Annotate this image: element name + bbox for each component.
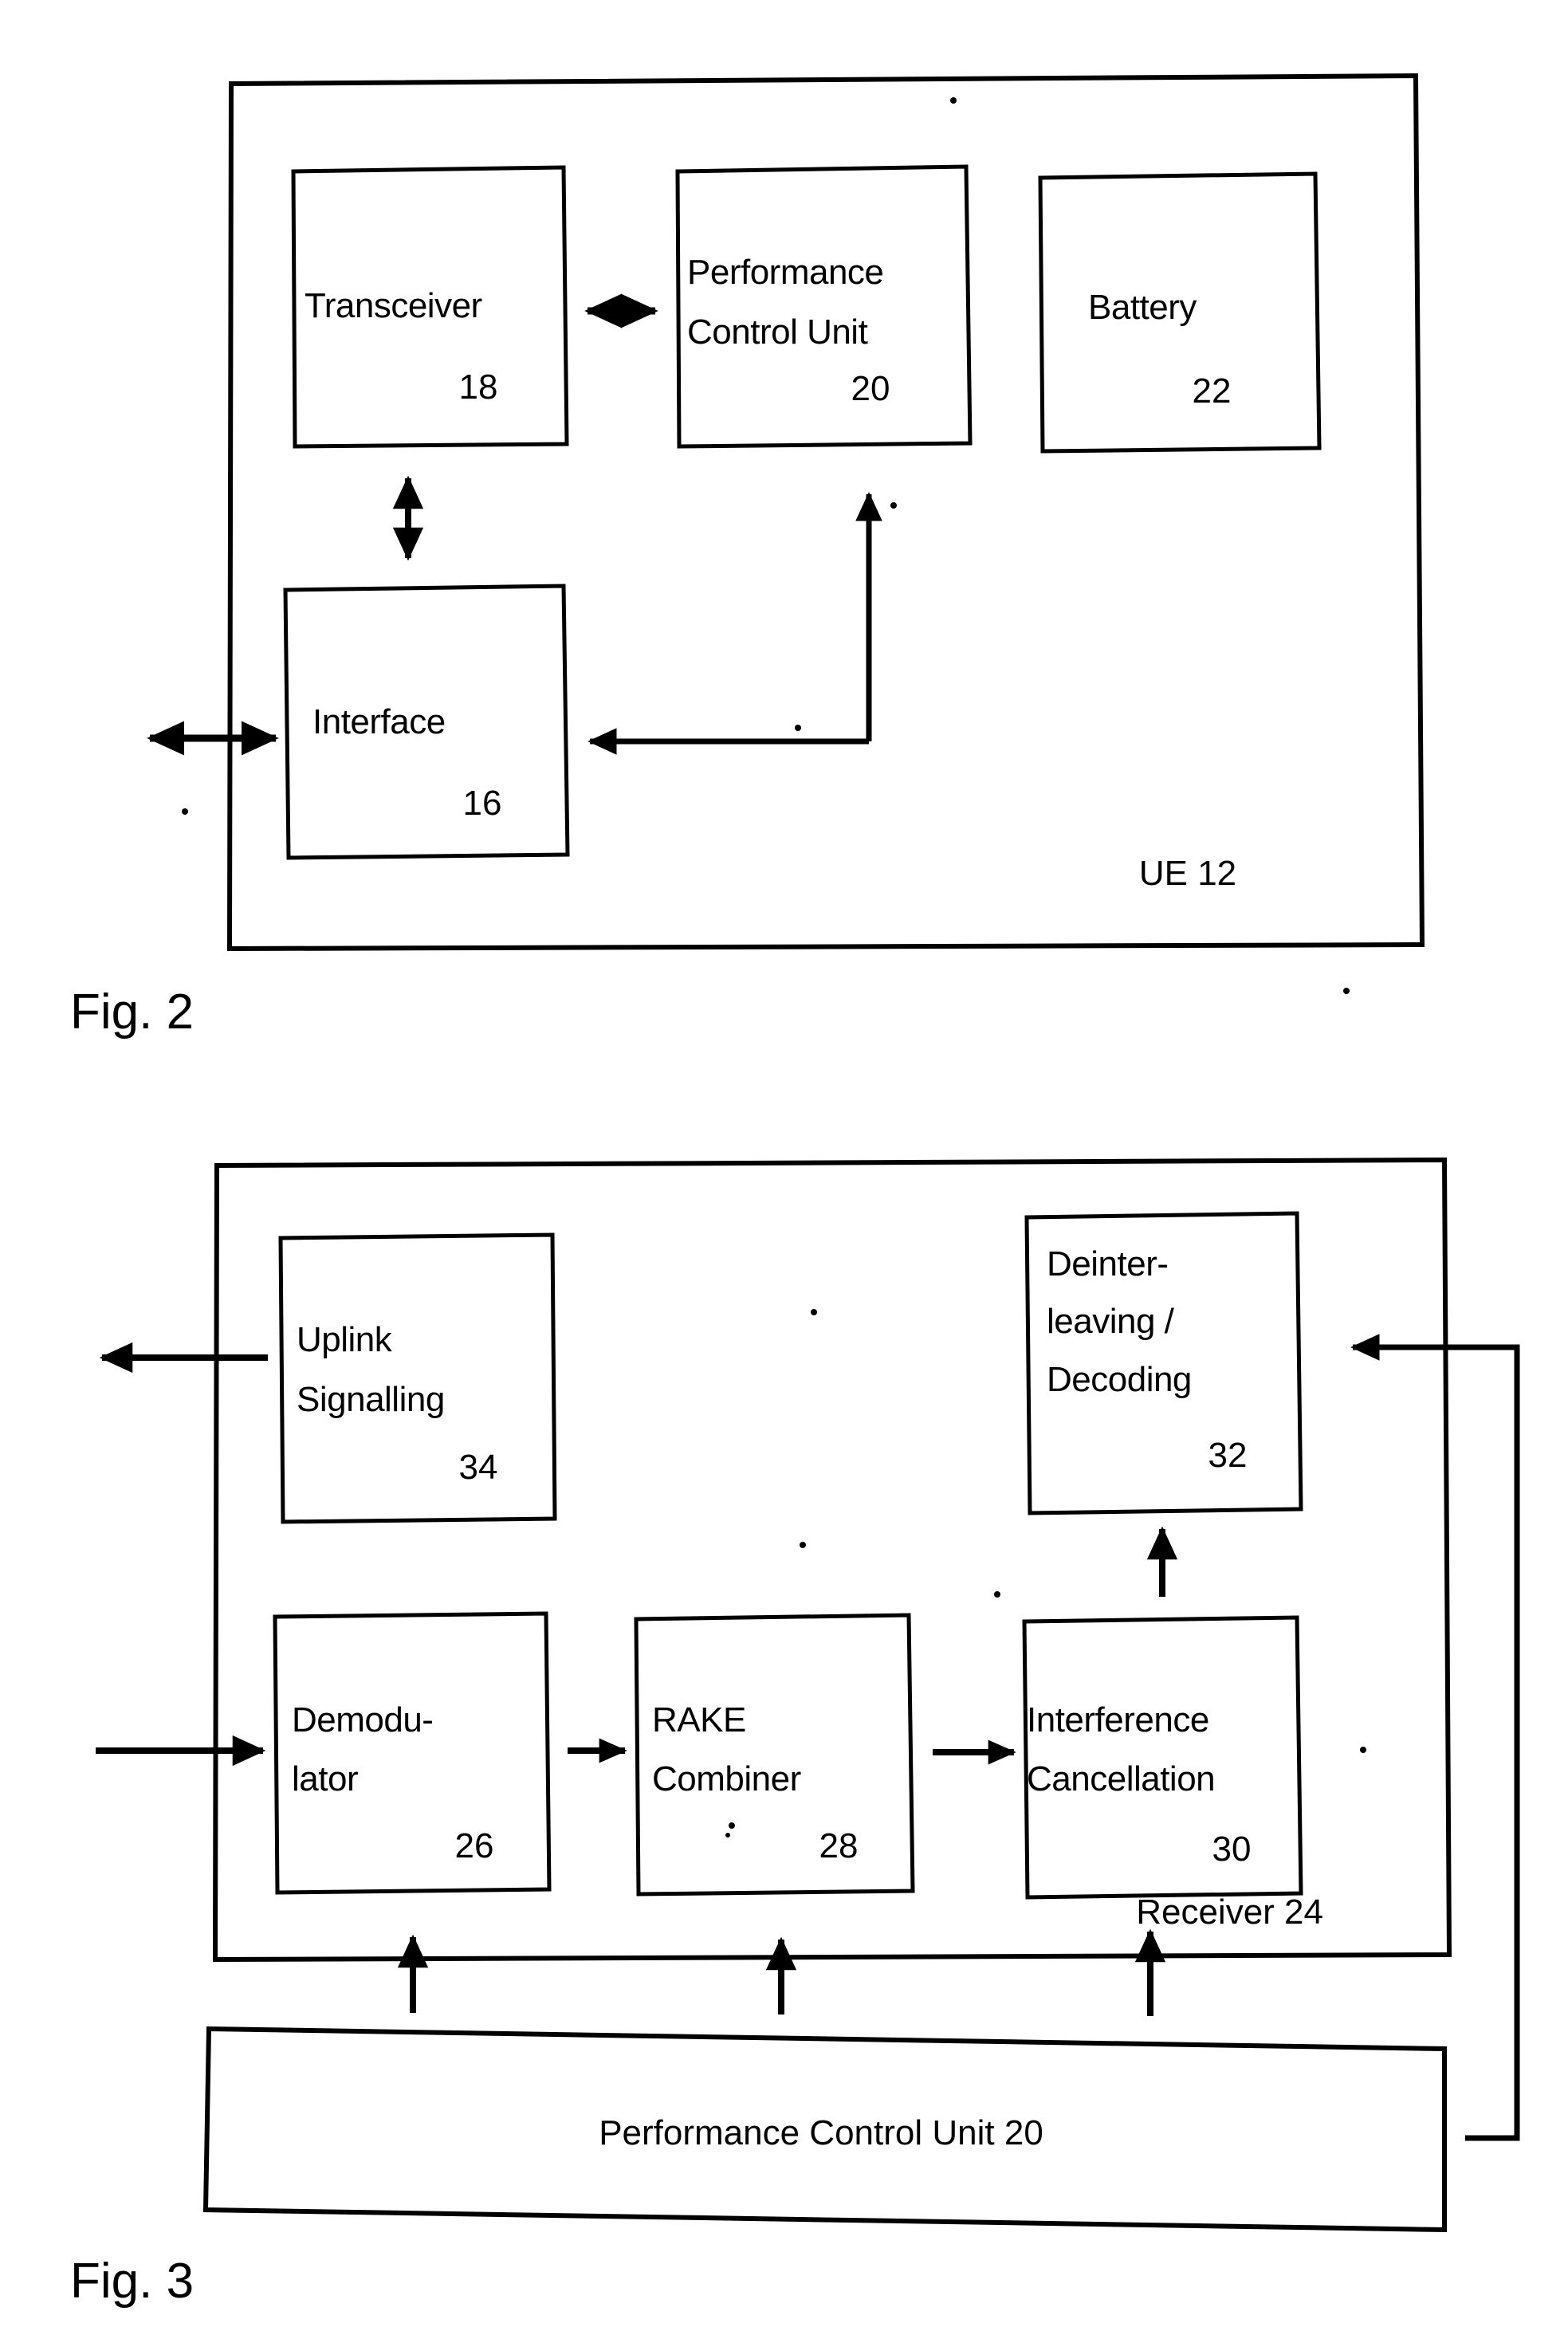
- figure-2: Transceiver 18 Performance Control Unit …: [70, 73, 1425, 1040]
- block-rake-combiner-outline: [634, 1613, 915, 1897]
- block-demodulator[interactable]: Demodu- lator 26: [273, 1611, 552, 1895]
- scan-speck: [890, 502, 897, 509]
- block-battery-number: 22: [1193, 371, 1232, 411]
- block-deinterleaving-decoding[interactable]: Deinter- leaving / Decoding 32: [1024, 1211, 1303, 1515]
- block-interference-cancellation-number: 30: [1212, 1830, 1252, 1869]
- scan-speck: [800, 1542, 806, 1548]
- scan-speck: [1360, 1747, 1366, 1753]
- scan-speck: [950, 97, 957, 104]
- patent-drawing-sheet: Transceiver 18 Performance Control Unit …: [0, 0, 1568, 2327]
- block-battery[interactable]: Battery 22: [1038, 171, 1322, 454]
- block-interface-label: Interface: [312, 702, 446, 741]
- figure-3-caption: Fig. 3: [70, 2254, 194, 2309]
- block-uplink-signalling-label-line2: Signalling: [297, 1380, 445, 1419]
- block-performance-control-unit-bar-label: Performance Control Unit 20: [599, 2113, 1043, 2152]
- block-performance-control-unit[interactable]: Performance Control Unit 20: [675, 164, 973, 449]
- block-demodulator-number: 26: [455, 1826, 494, 1865]
- block-uplink-signalling-number: 34: [459, 1448, 498, 1487]
- block-interference-cancellation-label-line2: Cancellation: [1027, 1759, 1215, 1798]
- block-performance-control-unit-number: 20: [851, 369, 890, 408]
- block-performance-control-unit-label-line1: Performance: [687, 253, 883, 292]
- block-interference-cancellation[interactable]: Interference Cancellation 30: [1022, 1615, 1303, 1900]
- block-transceiver-label: Transceiver: [305, 286, 482, 325]
- scan-speck: [811, 1309, 817, 1315]
- block-deinterleaving-decoding-label-line1: Deinter-: [1047, 1244, 1169, 1283]
- block-interference-cancellation-outline: [1022, 1615, 1303, 1900]
- block-interface[interactable]: Interface 16: [283, 584, 570, 860]
- block-performance-control-unit-bar[interactable]: Performance Control Unit 20: [202, 2026, 1447, 2233]
- block-rake-combiner-label-line1: RAKE: [652, 1700, 746, 1739]
- ue-container-label: UE 12: [1139, 854, 1236, 893]
- block-rake-combiner[interactable]: RAKE Combiner 28: [634, 1613, 915, 1897]
- block-deinterleaving-decoding-label-line2: leaving /: [1047, 1302, 1175, 1341]
- figure-3: Uplink Signalling 34 Deinter- leaving / …: [70, 1157, 1520, 2309]
- block-rake-combiner-number: 28: [819, 1826, 859, 1865]
- block-performance-control-unit-label-line2: Control Unit: [687, 312, 868, 352]
- block-demodulator-label-line1: Demodu-: [292, 1700, 433, 1739]
- block-performance-control-unit-outline: [675, 164, 973, 449]
- block-uplink-signalling-outline: [278, 1232, 557, 1524]
- block-transceiver[interactable]: Transceiver 18: [291, 165, 569, 449]
- scan-speck: [725, 1833, 730, 1838]
- scan-speck: [182, 808, 188, 815]
- block-deinterleaving-decoding-label-line3: Decoding: [1047, 1360, 1192, 1399]
- connector-pcu-to-deinterleaving-bus: [1350, 1334, 1520, 2141]
- scan-speck: [994, 1591, 1000, 1598]
- block-deinterleaving-decoding-number: 32: [1208, 1436, 1248, 1475]
- block-demodulator-outline: [273, 1611, 552, 1895]
- block-interference-cancellation-label-line1: Interference: [1027, 1700, 1209, 1739]
- block-transceiver-number: 18: [459, 368, 498, 407]
- scan-speck: [795, 725, 801, 731]
- receiver-container-label: Receiver 24: [1136, 1893, 1323, 1932]
- scan-speck: [1343, 988, 1350, 994]
- block-interface-number: 16: [463, 784, 502, 823]
- block-battery-label: Battery: [1088, 288, 1197, 327]
- block-uplink-signalling-label-line1: Uplink: [297, 1320, 393, 1359]
- block-demodulator-label-line2: lator: [292, 1759, 358, 1798]
- drawing-canvas: Transceiver 18 Performance Control Unit …: [70, 73, 1520, 2309]
- scan-speck: [729, 1822, 735, 1829]
- figure-2-caption: Fig. 2: [70, 985, 194, 1040]
- block-uplink-signalling[interactable]: Uplink Signalling 34: [278, 1232, 557, 1524]
- block-rake-combiner-label-line2: Combiner: [652, 1759, 801, 1798]
